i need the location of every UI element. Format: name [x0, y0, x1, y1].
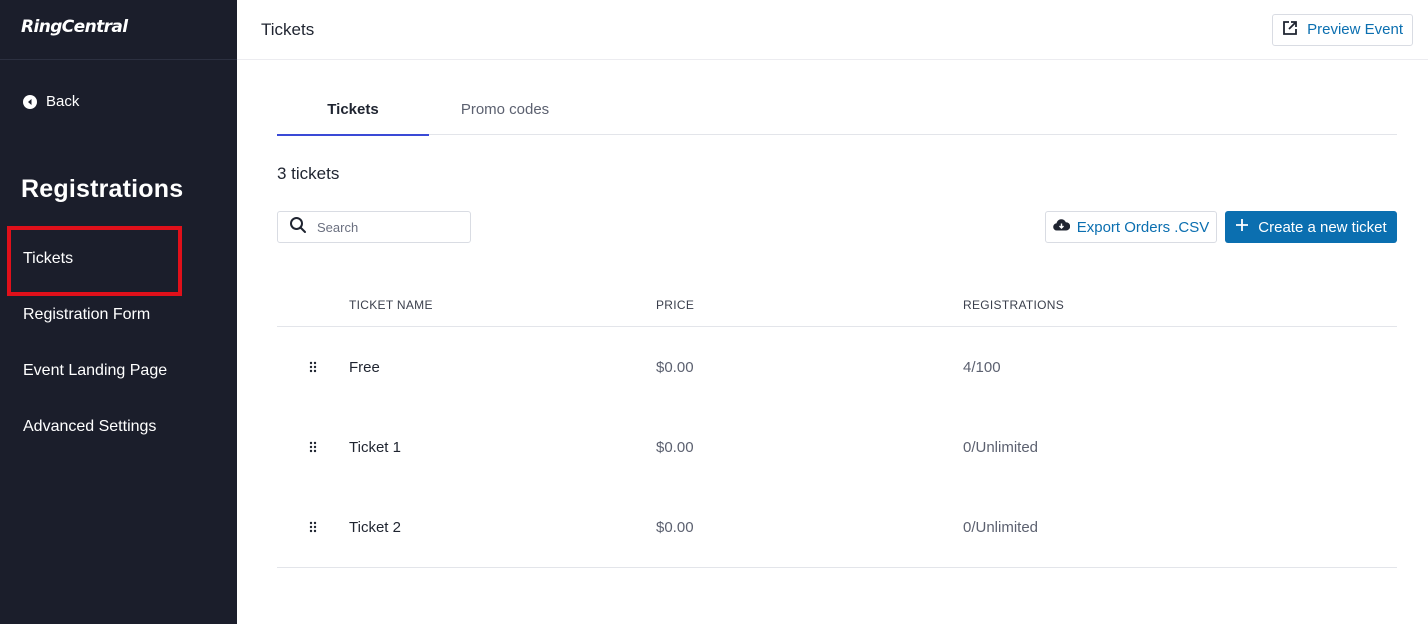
cloud-download-icon	[1052, 218, 1070, 236]
sidebar-nav: Tickets Registration Form Event Landing …	[0, 226, 237, 455]
drag-handle-icon[interactable]	[309, 441, 317, 453]
preview-event-button[interactable]: Preview Event	[1272, 13, 1413, 46]
tabs: Tickets Promo codes	[277, 83, 1397, 136]
search-input[interactable]	[317, 219, 457, 235]
drag-handle-icon[interactable]	[309, 521, 317, 533]
sidebar-item-label: Registration Form	[23, 306, 151, 323]
external-link-icon	[1281, 19, 1299, 41]
ticket-price: $0.00	[656, 438, 694, 456]
ticket-name: Ticket 1	[349, 438, 401, 456]
sidebar-item-advanced-settings[interactable]: Advanced Settings	[0, 399, 237, 455]
tab-label: Tickets	[327, 100, 379, 118]
create-ticket-button[interactable]: Create a new ticket	[1225, 211, 1397, 243]
sidebar-item-tickets[interactable]: Tickets	[0, 226, 237, 296]
export-orders-label: Export Orders .CSV	[1076, 218, 1210, 236]
tab-promo-codes[interactable]: Promo codes	[429, 83, 581, 135]
back-button[interactable]: Back	[23, 93, 79, 110]
tab-label: Promo codes	[460, 100, 550, 118]
table-row[interactable]: Ticket 1 $0.00 0/Unlimited	[277, 407, 1397, 487]
ticket-name: Free	[349, 358, 380, 376]
ticket-name: Ticket 2	[349, 518, 401, 536]
drag-handle-icon[interactable]	[309, 361, 317, 373]
back-label: Back	[46, 93, 80, 110]
ringcentral-logo: RingCentral	[0, 0, 237, 60]
tickets-count: 3 tickets	[277, 164, 340, 183]
table-header: TICKET NAME PRICE REGISTRATIONS	[277, 283, 1397, 327]
search-box	[277, 211, 471, 243]
preview-event-label: Preview Event	[1307, 21, 1403, 38]
sidebar-item-registration-form[interactable]: Registration Form	[0, 287, 237, 343]
page-title: Tickets	[261, 19, 315, 39]
table-row[interactable]: Ticket 2 $0.00 0/Unlimited	[277, 487, 1397, 567]
ticket-registrations: 0/Unlimited	[963, 438, 1039, 456]
plus-icon	[1235, 218, 1249, 236]
table-body: Free $0.00 4/100 Ticket 1 $0.00 0/Unlimi…	[277, 327, 1397, 568]
ticket-registrations: 0/Unlimited	[963, 518, 1039, 536]
tickets-table: TICKET NAME PRICE REGISTRATIONS Free $0.…	[277, 283, 1397, 568]
create-ticket-label: Create a new ticket	[1258, 218, 1387, 236]
column-header-registrations: REGISTRATIONS	[963, 297, 1065, 312]
ticket-registrations: 4/100	[963, 358, 1001, 376]
app-root: RingCentral Back Registrations Tickets R…	[0, 0, 1428, 624]
search-icon	[289, 216, 307, 239]
ticket-price: $0.00	[656, 518, 694, 536]
topbar: Tickets Preview Event	[237, 0, 1428, 60]
column-header-ticket-name: TICKET NAME	[349, 297, 433, 312]
export-orders-button[interactable]: Export Orders .CSV	[1045, 211, 1217, 243]
section-title: Registrations	[21, 175, 184, 203]
back-arrow-icon	[23, 94, 37, 109]
sidebar-item-label: Event Landing Page	[23, 362, 168, 379]
table-row[interactable]: Free $0.00 4/100	[277, 327, 1397, 407]
sidebar-item-event-landing-page[interactable]: Event Landing Page	[0, 343, 237, 399]
main-content: Tickets Preview Event Tickets Promo code…	[237, 0, 1428, 624]
sidebar-item-label: Tickets	[23, 250, 74, 267]
sidebar: RingCentral Back Registrations Tickets R…	[0, 0, 237, 624]
sidebar-item-label: Advanced Settings	[23, 418, 157, 435]
column-header-price: PRICE	[656, 297, 695, 312]
tab-tickets[interactable]: Tickets	[277, 83, 429, 136]
ticket-price: $0.00	[656, 358, 694, 376]
